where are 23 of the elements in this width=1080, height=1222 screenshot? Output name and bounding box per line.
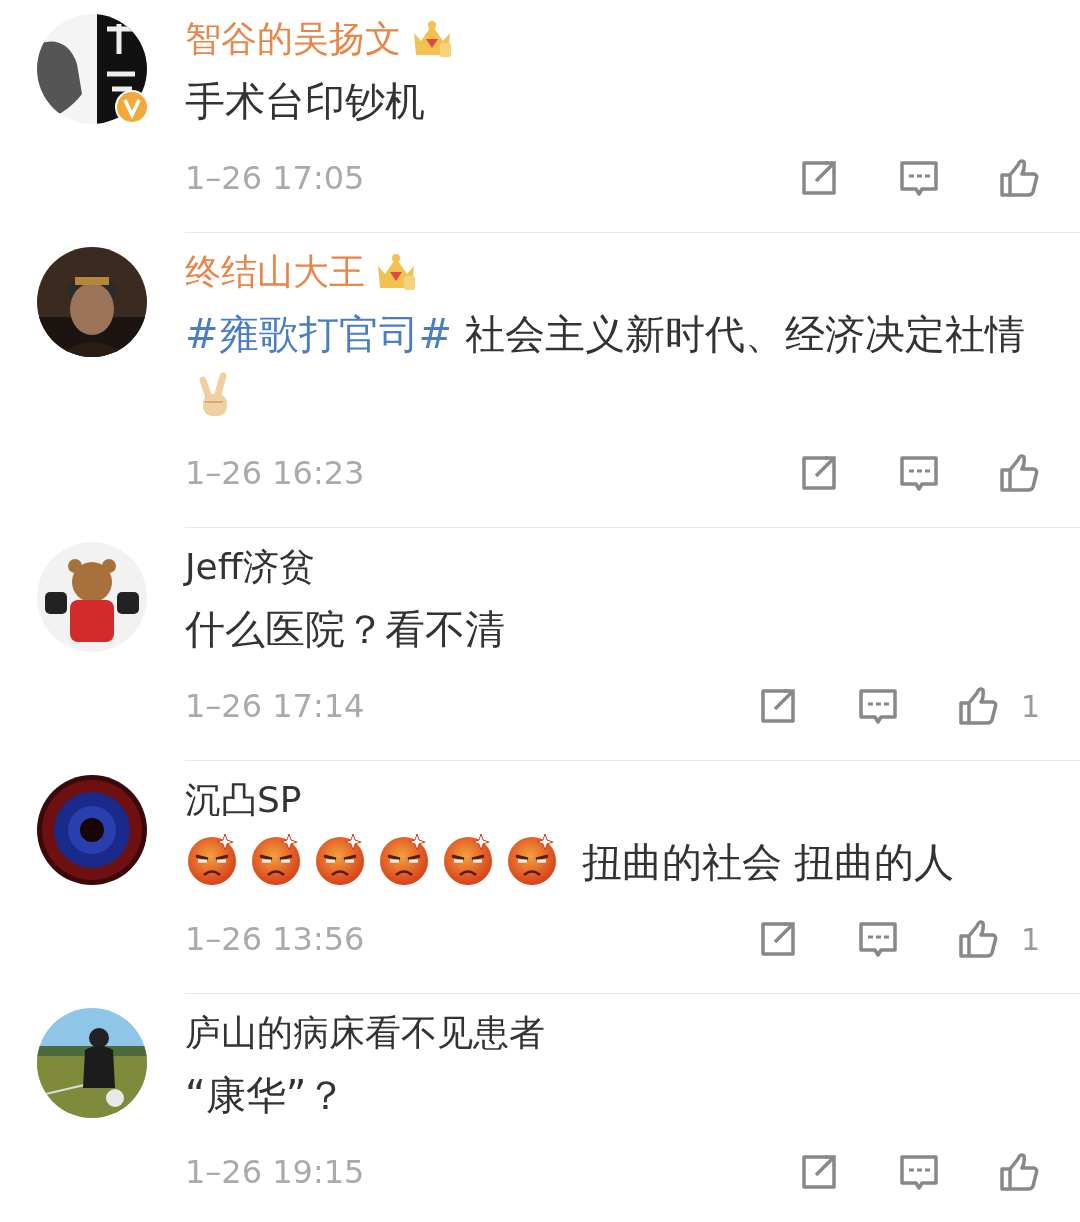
comment-text: 扭曲的社会 扭曲的人 [185,831,1080,893]
comment-text: 手术台印钞机 [185,77,426,126]
user-name[interactable]: 沉凸SP [185,775,302,825]
like-icon[interactable] [998,1151,1040,1193]
comment-text: 什么医院？看不清 [185,605,506,654]
like-icon[interactable] [956,918,999,960]
crown-icon [411,19,453,59]
like-icon[interactable] [998,157,1040,199]
comment-time: 1–26 13:56 [185,919,366,960]
comment-text: “康华”？ [185,1071,348,1120]
user-name[interactable]: Jeff济贫 [185,542,315,592]
comment-text: #雍歌打官司# 社会主义新时代、经济决定社情 [185,303,1080,427]
crown-icon [375,252,417,292]
comment-time: 1–26 16:23 [185,453,366,494]
comment-time: 1–26 17:05 [185,158,366,199]
like-icon[interactable] [956,685,999,727]
like-icon[interactable] [998,452,1040,494]
like-count: 1 [1020,920,1040,959]
user-name[interactable]: 庐山的病床看不见患者 [185,1008,545,1058]
comment-time: 1–26 17:14 [185,686,366,727]
comment-time: 1–26 19:15 [185,1152,366,1193]
topic-link[interactable]: #雍歌打官司# [185,311,453,357]
like-count: 1 [1020,687,1040,726]
